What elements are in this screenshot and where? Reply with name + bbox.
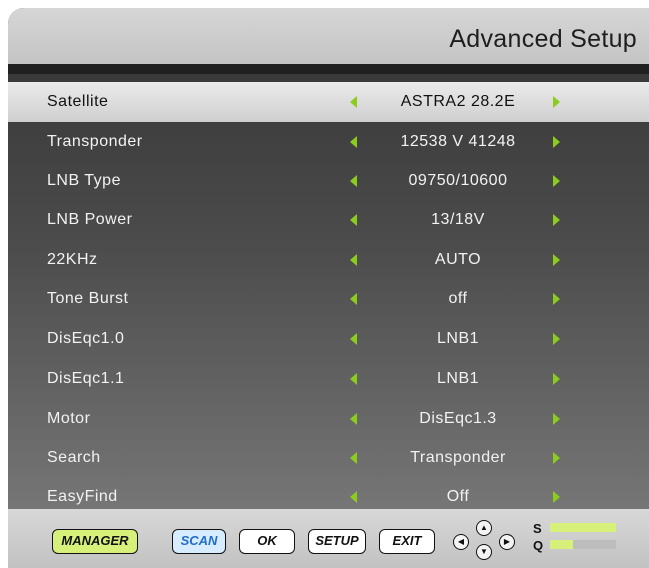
setting-row-22khz[interactable]: 22KHz AUTO [8, 240, 649, 280]
setting-value[interactable]: LNB1 [364, 330, 552, 348]
setting-label: Transponder [47, 133, 143, 150]
arrow-left-icon[interactable] [350, 96, 357, 108]
setting-label: DisEqc1.1 [47, 370, 125, 387]
setting-label: 22KHz [47, 251, 98, 268]
setting-label: LNB Power [47, 211, 133, 228]
arrow-left-icon[interactable] [350, 452, 357, 464]
arrow-right-icon[interactable] [553, 413, 560, 425]
setting-value[interactable]: AUTO [364, 251, 552, 269]
setting-label: Search [47, 449, 101, 466]
setting-row-lnb-power[interactable]: LNB Power 13/18V [8, 200, 649, 240]
arrow-right-icon[interactable] [553, 96, 560, 108]
arrow-left-icon[interactable] [350, 214, 357, 226]
arrow-left-icon[interactable] [350, 373, 357, 385]
setting-row-satellite[interactable]: Satellite ASTRA2 28.2E [8, 82, 649, 122]
signal-strength-bar [550, 523, 616, 532]
header-divider [8, 64, 649, 74]
setting-row-transponder[interactable]: Transponder 12538 V 41248 [8, 122, 649, 162]
arrow-left-icon[interactable] [350, 175, 357, 187]
arrow-right-icon[interactable] [553, 254, 560, 266]
arrow-right-icon[interactable] [553, 452, 560, 464]
manager-button[interactable]: MANAGER [52, 529, 138, 554]
setting-value[interactable]: 13/18V [364, 211, 552, 229]
setting-label: Tone Burst [47, 290, 129, 307]
setting-value[interactable]: DisEqc1.3 [364, 410, 552, 428]
arrow-right-icon[interactable] [553, 293, 560, 305]
arrow-right-icon[interactable] [553, 333, 560, 345]
setting-value[interactable]: Off [364, 488, 552, 506]
signal-quality-fill [550, 540, 574, 549]
arrow-up-key-icon[interactable]: ▲ [476, 520, 492, 536]
setting-value[interactable]: off [364, 290, 552, 308]
arrow-left-icon[interactable] [350, 413, 357, 425]
signal-strength-fill [550, 523, 616, 532]
signal-quality-label: Q [533, 538, 544, 553]
arrow-right-icon[interactable] [553, 373, 560, 385]
scan-button[interactable]: SCAN [172, 529, 226, 554]
setup-button[interactable]: SETUP [308, 529, 366, 554]
arrow-left-icon[interactable] [350, 333, 357, 345]
arrow-left-icon[interactable] [350, 293, 357, 305]
arrow-left-icon[interactable] [350, 254, 357, 266]
setting-value[interactable]: 12538 V 41248 [364, 133, 552, 151]
setting-row-motor[interactable]: Motor DisEqc1.3 [8, 399, 649, 439]
arrow-down-key-icon[interactable]: ▼ [476, 544, 492, 560]
header-bar: Advanced Setup [8, 8, 649, 64]
setting-row-search[interactable]: Search Transponder [8, 438, 649, 478]
setting-row-diseqc1-0[interactable]: DisEqc1.0 LNB1 [8, 319, 649, 359]
page-title: Advanced Setup [449, 25, 637, 53]
setting-label: DisEqc1.0 [47, 330, 125, 347]
setting-label: LNB Type [47, 172, 121, 189]
arrow-right-icon[interactable] [553, 214, 560, 226]
arrow-right-icon[interactable] [553, 175, 560, 187]
setting-label: Motor [47, 410, 91, 427]
signal-quality-bar [550, 540, 616, 549]
setting-value[interactable]: 09750/10600 [364, 172, 552, 190]
setting-row-diseqc1-1[interactable]: DisEqc1.1 LNB1 [8, 359, 649, 399]
arrow-right-icon[interactable] [553, 136, 560, 148]
signal-strength-label: S [533, 521, 542, 536]
arrow-left-icon[interactable] [350, 491, 357, 503]
arrow-left-icon[interactable] [350, 136, 357, 148]
arrow-left-key-icon[interactable]: ◀ [453, 534, 469, 550]
arrow-right-icon[interactable] [553, 491, 560, 503]
arrow-right-key-icon[interactable]: ▶ [499, 534, 515, 550]
setting-label: EasyFind [47, 488, 118, 505]
advanced-setup-panel: Advanced Setup Satellite ASTRA2 28.2E Tran… [8, 8, 649, 568]
setting-row-lnb-type[interactable]: LNB Type 09750/10600 [8, 161, 649, 201]
setting-value[interactable]: ASTRA2 28.2E [364, 93, 552, 111]
setting-value[interactable]: LNB1 [364, 370, 552, 388]
setting-label: Satellite [47, 93, 109, 110]
setting-row-tone-burst[interactable]: Tone Burst off [8, 279, 649, 319]
settings-list: Satellite ASTRA2 28.2E Transponder 12538 V … [8, 74, 649, 509]
setting-value[interactable]: Transponder [364, 449, 552, 467]
ok-button[interactable]: OK [239, 529, 295, 554]
exit-button[interactable]: EXIT [379, 529, 435, 554]
footer-bar: MANAGER SCAN OK SETUP EXIT ◀ ▲ ▼ ▶ S Q [8, 509, 649, 568]
